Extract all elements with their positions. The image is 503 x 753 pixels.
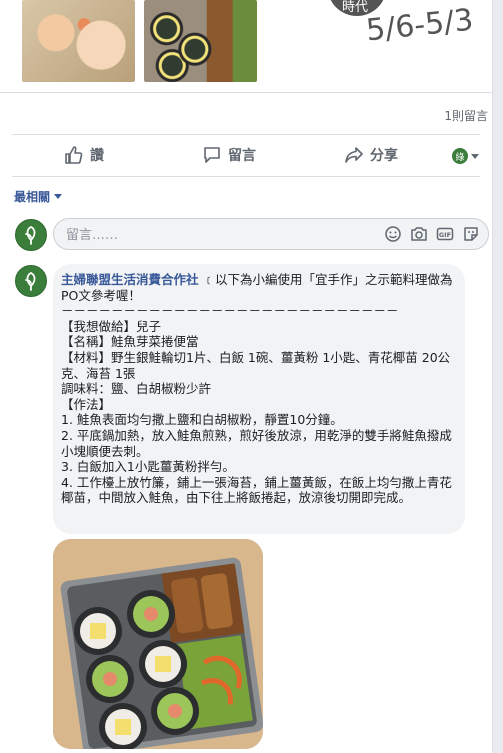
gif-icon: GIF xyxy=(436,227,454,241)
gif-button[interactable]: GIF xyxy=(436,225,454,243)
comment-input[interactable] xyxy=(64,219,368,251)
leaf-logo-icon xyxy=(25,272,36,291)
composer-tools: GIF xyxy=(384,225,480,243)
photo-button[interactable] xyxy=(410,225,428,243)
camera-icon xyxy=(411,227,427,241)
sticker-button[interactable] xyxy=(462,225,480,243)
event-date-text: 5/6-5/3 xyxy=(364,2,475,49)
chevron-down-icon xyxy=(54,194,63,199)
leaf-logo-icon xyxy=(25,226,36,245)
chevron-down-icon xyxy=(471,153,479,159)
bento-photo-art xyxy=(53,539,263,749)
speech-bubble-icon xyxy=(204,147,220,163)
comment-label: 留言 xyxy=(228,148,256,164)
like-button[interactable]: 讚 xyxy=(64,135,104,175)
post-photo-rice-balls[interactable] xyxy=(22,0,135,82)
like-label: 讚 xyxy=(90,148,104,164)
page-avatar-small: 綠 xyxy=(452,148,468,164)
commenter-avatar[interactable] xyxy=(15,265,47,297)
comment-composer[interactable]: GIF xyxy=(53,218,489,251)
post-photo-bento[interactable] xyxy=(144,0,257,82)
svg-text:GIF: GIF xyxy=(439,231,451,239)
sort-label: 最相關 xyxy=(14,190,51,204)
comment-author-link[interactable]: 主婦聯盟生活消費合作社 xyxy=(61,272,199,287)
comment-photo-bento[interactable] xyxy=(53,539,263,749)
emoji-button[interactable] xyxy=(384,225,402,243)
comment-sort-dropdown[interactable]: 最相關 xyxy=(14,188,63,205)
action-bar: 讚 留言 分享 xyxy=(12,135,490,175)
post-as-selector[interactable]: 綠 xyxy=(452,148,479,164)
comment-count-link[interactable]: 1則留言 xyxy=(444,107,488,124)
thumbs-up-icon xyxy=(65,146,83,164)
sticker-icon xyxy=(464,227,478,241)
share-arrow-icon xyxy=(345,147,363,163)
comment-bubble: 主婦聯盟生活消費合作社 ﹝以下為小編使用「宜手作」之示範料理做為PO文參考喔！ … xyxy=(53,264,465,534)
comment-text: ﹝以下為小編使用「宜手作」之示範料理做為PO文參考喔！ －－－－－－－－－－－－… xyxy=(61,272,453,506)
smiley-icon xyxy=(385,226,401,242)
divider xyxy=(12,176,480,177)
comment-button[interactable]: 留言 xyxy=(202,135,256,175)
share-button[interactable]: 分享 xyxy=(344,135,398,175)
post-card: 時代 5/6-5/3 1則留言 讚 留言 分享 綠 最相關 留言…… GIF 主… xyxy=(0,0,493,753)
divider xyxy=(0,92,492,93)
viewer-avatar[interactable] xyxy=(15,219,47,251)
share-label: 分享 xyxy=(370,148,398,164)
